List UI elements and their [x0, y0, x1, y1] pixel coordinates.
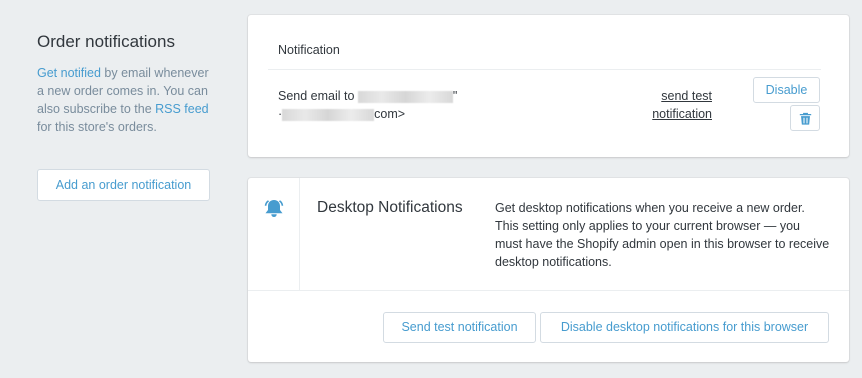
- bell-icon: [264, 200, 284, 217]
- notifications-card: Notification Send email to " · com> send …: [248, 15, 849, 157]
- bell-cell: [248, 178, 300, 290]
- email-suffix: com>: [374, 107, 406, 121]
- send-email-prefix: Send email to: [278, 89, 358, 103]
- desktop-notifications-card: Desktop Notifications Get desktop notifi…: [248, 178, 849, 362]
- notification-recipient: Send email to " · com>: [278, 87, 457, 123]
- description-text-2: for this store's orders.: [37, 120, 157, 134]
- disable-desktop-notifications-button[interactable]: Disable desktop notifications for this b…: [540, 312, 829, 343]
- divider: [268, 69, 821, 70]
- desktop-notifications-title: Desktop Notifications: [317, 199, 463, 216]
- section-description: Get notified by email whenever a new ord…: [37, 64, 212, 136]
- delete-notification-button[interactable]: [790, 105, 820, 131]
- get-notified-link[interactable]: Get notified: [37, 66, 101, 80]
- disable-notification-button[interactable]: Disable: [753, 77, 820, 103]
- desktop-notifications-description: Get desktop notifications when you recei…: [495, 201, 830, 269]
- section-info: Order notifications Get notified by emai…: [37, 32, 212, 136]
- add-order-notification-button[interactable]: Add an order notification: [37, 169, 210, 201]
- rss-feed-link[interactable]: RSS feed: [155, 102, 209, 116]
- send-test-notification-link[interactable]: send test notification: [648, 87, 712, 123]
- redacted-email: [282, 108, 375, 121]
- send-test-notification-button[interactable]: Send test notification: [383, 312, 536, 343]
- quote-close: ": [452, 89, 458, 103]
- redacted-name: [357, 90, 453, 103]
- divider: [248, 290, 849, 291]
- trash-icon: [799, 112, 812, 125]
- section-title: Order notifications: [37, 32, 175, 51]
- column-header-notification: Notification: [278, 43, 340, 57]
